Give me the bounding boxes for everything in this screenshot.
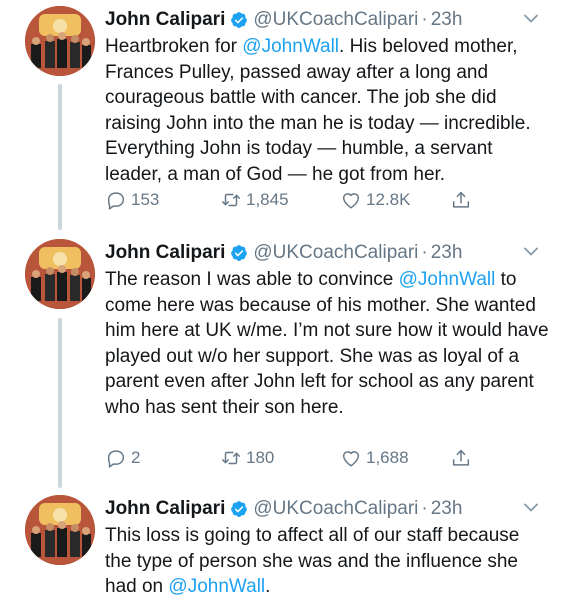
retweet-button[interactable]: 1,845 <box>220 189 340 211</box>
tweet-text-part: . His beloved mother, Frances Pulley, pa… <box>105 36 531 185</box>
tweet-text: The reason I was able to convince @JohnW… <box>105 267 550 420</box>
author-name[interactable]: John Calipari <box>105 242 225 264</box>
tweet-header: John Calipari @UKCoachCalipari · 23h <box>105 239 550 267</box>
tweet-thread: John Calipari @UKCoachCalipari · 23h Hea… <box>0 0 568 600</box>
reply-button[interactable]: 153 <box>105 189 220 211</box>
share-icon <box>452 449 470 466</box>
tweet-text-part: The reason I was able to convince <box>105 269 399 290</box>
tweet-header: John Calipari @UKCoachCalipari · 23h <box>105 6 550 34</box>
thread-connector-line <box>58 318 62 488</box>
verified-badge-icon <box>231 245 248 261</box>
avatar[interactable] <box>25 239 95 309</box>
tweet-text-part: to come here was because of his mother. … <box>105 269 549 418</box>
avatar-image <box>25 239 95 309</box>
avatar-image <box>25 495 95 565</box>
reply-count: 153 <box>131 190 160 209</box>
author-handle[interactable]: @UKCoachCalipari <box>253 242 418 264</box>
separator-dot: · <box>421 9 428 30</box>
avatar-image <box>25 6 95 76</box>
heart-icon <box>342 451 360 467</box>
separator-dot: · <box>421 242 428 263</box>
tweet-actions: 153 1,845 12.8K <box>105 188 485 212</box>
heart-icon <box>342 193 360 209</box>
tweet-text: This loss is going to affect all of our … <box>105 523 550 600</box>
verified-badge-icon <box>231 501 248 517</box>
like-button[interactable]: 1,688 <box>340 447 450 469</box>
mention-link[interactable]: @JohnWall <box>168 576 265 597</box>
share-button[interactable] <box>450 189 472 211</box>
reply-count: 2 <box>131 448 141 467</box>
chevron-down-icon[interactable] <box>524 247 538 256</box>
author-handle[interactable]: @UKCoachCalipari <box>253 498 418 520</box>
tweet-header: John Calipari @UKCoachCalipari · 23h <box>105 495 550 523</box>
retweet-icon <box>222 451 240 465</box>
tweet-text: Heartbroken for @JohnWall. His beloved m… <box>105 34 550 187</box>
retweet-count: 180 <box>246 448 275 467</box>
tweet-timestamp[interactable]: 23h <box>431 242 463 264</box>
reply-button[interactable]: 2 <box>105 447 220 469</box>
tweet-timestamp[interactable]: 23h <box>431 498 463 520</box>
tweet-text-part: . <box>265 576 271 597</box>
reply-icon <box>107 450 125 468</box>
tweet-content: John Calipari @UKCoachCalipari · 23h Hea… <box>105 6 550 210</box>
chevron-down-icon[interactable] <box>524 14 538 23</box>
mention-link[interactable]: @JohnWall <box>399 269 496 290</box>
author-name[interactable]: John Calipari <box>105 498 225 520</box>
share-button[interactable] <box>450 447 472 469</box>
reply-icon <box>107 192 125 210</box>
verified-badge-icon <box>231 12 248 28</box>
like-button[interactable]: 12.8K <box>340 189 450 211</box>
retweet-icon <box>222 193 240 207</box>
share-icon <box>452 191 470 208</box>
thread-connector-line <box>58 84 62 230</box>
tweet-actions: 2 180 1,688 <box>105 446 485 470</box>
retweet-button[interactable]: 180 <box>220 447 340 469</box>
like-count: 1,688 <box>366 448 409 467</box>
tweet-content: John Calipari @UKCoachCalipari · 23h The… <box>105 239 550 468</box>
author-handle[interactable]: @UKCoachCalipari <box>253 9 418 31</box>
avatar[interactable] <box>25 6 95 76</box>
tweet-content: John Calipari @UKCoachCalipari · 23h Thi… <box>105 495 550 600</box>
mention-link[interactable]: @JohnWall <box>242 36 339 57</box>
retweet-count: 1,845 <box>246 190 289 209</box>
separator-dot: · <box>421 498 428 519</box>
tweet-timestamp[interactable]: 23h <box>431 9 463 31</box>
chevron-down-icon[interactable] <box>524 503 538 512</box>
avatar[interactable] <box>25 495 95 565</box>
author-name[interactable]: John Calipari <box>105 9 225 31</box>
like-count: 12.8K <box>366 190 411 209</box>
tweet-text-part: Heartbroken for <box>105 36 243 57</box>
